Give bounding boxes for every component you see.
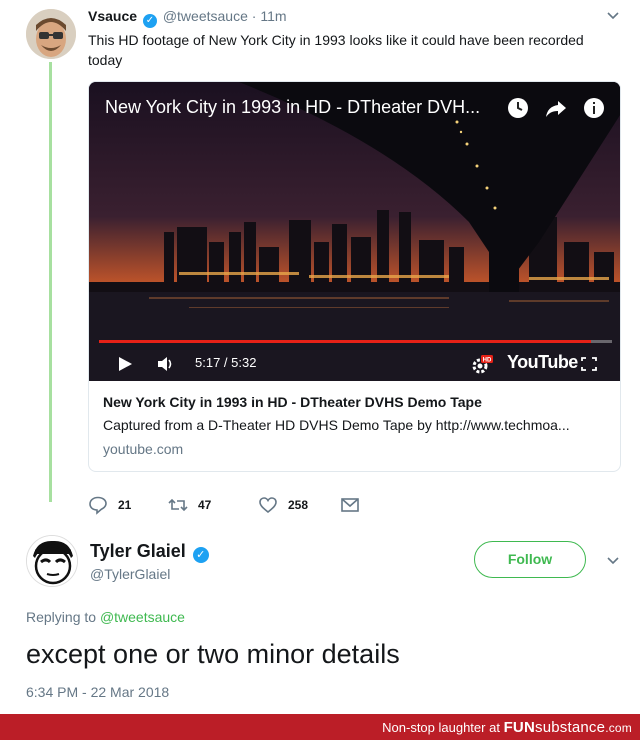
verified-icon: ✓ bbox=[192, 547, 209, 563]
info-icon[interactable] bbox=[582, 96, 606, 120]
tweet-time[interactable]: · 11m bbox=[252, 8, 287, 24]
watch-later-icon[interactable] bbox=[506, 96, 530, 120]
video-progress-bar[interactable] bbox=[99, 340, 612, 343]
author-handle[interactable]: @TylerGlaiel bbox=[90, 566, 170, 582]
verified-icon: ✓ bbox=[142, 14, 157, 28]
reply-action[interactable]: 21 bbox=[88, 495, 168, 515]
author-name-text: Tyler Glaiel bbox=[90, 541, 186, 561]
tweet-text: except one or two minor details bbox=[26, 639, 400, 669]
author-handle[interactable]: @tweetsauce bbox=[163, 8, 248, 24]
video-controls: 5:17 / 5:32 HD YouTube bbox=[89, 347, 620, 381]
replying-mention-link[interactable]: @tweetsauce bbox=[100, 609, 185, 625]
chevron-down-icon[interactable] bbox=[606, 553, 620, 570]
author-name[interactable]: Vsauce bbox=[88, 8, 137, 24]
youtube-logo[interactable]: YouTube bbox=[507, 352, 578, 373]
follow-button[interactable]: Follow bbox=[474, 541, 586, 578]
video-player[interactable]: New York City in 1993 in HD - DTheater D… bbox=[89, 82, 620, 381]
play-icon[interactable] bbox=[117, 356, 133, 372]
volume-icon[interactable] bbox=[157, 356, 175, 372]
video-frame bbox=[89, 82, 620, 381]
retweet-count: 47 bbox=[198, 498, 212, 512]
message-action[interactable] bbox=[340, 495, 360, 515]
hd-badge: HD bbox=[483, 358, 492, 364]
tweet-text: This HD footage of New York City in 1993… bbox=[88, 32, 584, 68]
like-count: 258 bbox=[288, 498, 309, 512]
like-action[interactable]: 258 bbox=[258, 495, 340, 515]
video-top-icons bbox=[506, 96, 606, 120]
video-progress-fill bbox=[99, 340, 592, 343]
video-time: 5:17 / 5:32 bbox=[195, 355, 257, 370]
chevron-down-icon[interactable] bbox=[606, 8, 620, 22]
card-description: Captured from a D-Theater HD DVHS Demo T… bbox=[103, 417, 570, 433]
reply-count: 21 bbox=[118, 498, 132, 512]
replying-label: Replying to bbox=[26, 609, 97, 625]
envelope-icon bbox=[341, 498, 359, 512]
tweet-timestamp[interactable]: 6:34 PM - 22 Mar 2018 bbox=[26, 684, 169, 700]
watermark-brand: FUNsubstance.com bbox=[504, 719, 632, 736]
tweet-header: Vsauce ✓ @tweetsauce · 11m bbox=[88, 8, 287, 28]
settings-icon[interactable]: HD bbox=[471, 355, 493, 375]
replying-to: Replying to @tweetsauce bbox=[26, 609, 185, 625]
brand-thin: substance bbox=[535, 719, 606, 736]
avatar[interactable] bbox=[26, 9, 76, 59]
card-title: New York City in 1993 in HD - DTheater D… bbox=[103, 394, 482, 410]
reply-icon bbox=[89, 496, 107, 515]
link-card[interactable]: New York City in 1993 in HD - DTheater D… bbox=[88, 81, 621, 472]
avatar[interactable] bbox=[26, 535, 78, 587]
thread-line bbox=[49, 62, 52, 502]
brand-suffix: .com bbox=[605, 721, 632, 735]
video-title[interactable]: New York City in 1993 in HD - DTheater D… bbox=[105, 97, 480, 118]
watermark-bar: Non-stop laughter at FUNsubstance.com bbox=[0, 714, 640, 740]
watermark-caption: Non-stop laughter at bbox=[382, 720, 500, 735]
tweet-actions: 21 47 258 bbox=[88, 494, 360, 516]
watermark-text: Non-stop laughter at FUNsubstance.com bbox=[382, 719, 632, 736]
heart-icon bbox=[259, 497, 277, 514]
brand-bold: FUN bbox=[503, 719, 535, 736]
share-icon[interactable] bbox=[544, 96, 568, 120]
card-domain: youtube.com bbox=[103, 441, 184, 457]
author-name[interactable]: Tyler Glaiel ✓ bbox=[90, 541, 211, 563]
retweet-action[interactable]: 47 bbox=[168, 495, 258, 515]
retweet-icon bbox=[168, 498, 188, 512]
card-meta[interactable]: New York City in 1993 in HD - DTheater D… bbox=[89, 381, 620, 471]
fullscreen-icon[interactable] bbox=[581, 357, 597, 371]
